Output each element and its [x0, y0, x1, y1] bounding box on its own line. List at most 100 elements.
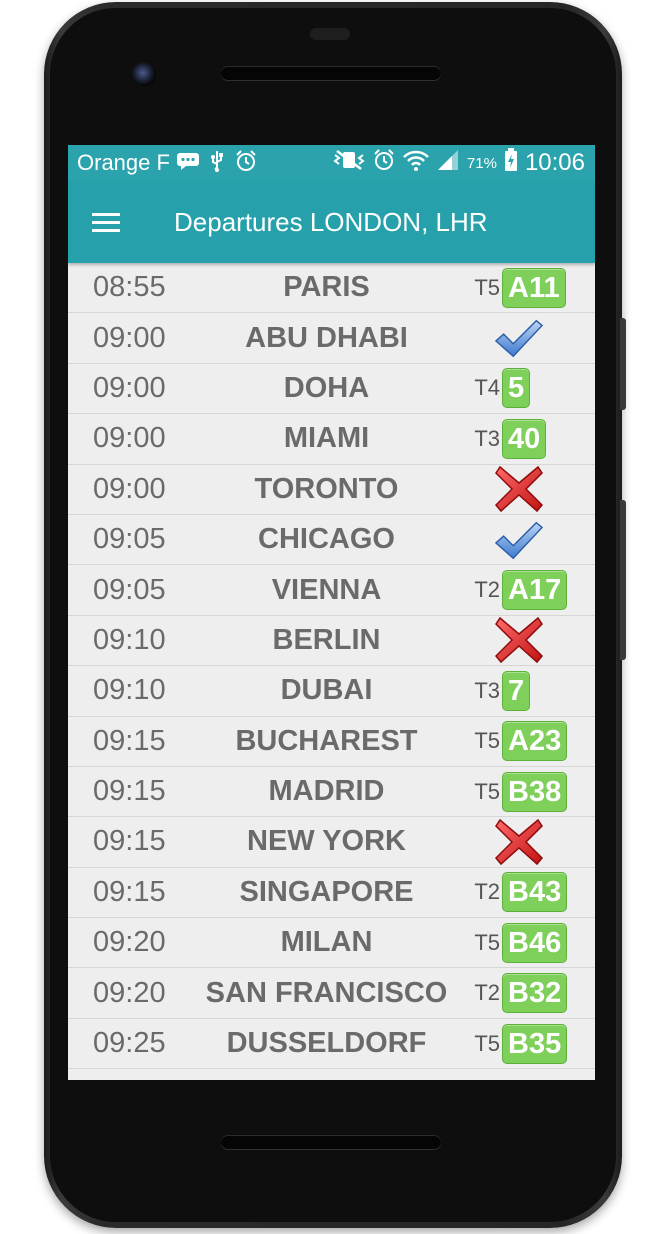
departure-row[interactable]: 09:00 ABU DHABI	[68, 313, 595, 364]
menu-line	[92, 228, 120, 232]
battery-percent: 71%	[466, 154, 497, 172]
destination-city: MADRID	[268, 775, 385, 808]
departure-status: T2 B43	[470, 868, 595, 917]
destination-city: SAN FRANCISCO	[205, 976, 448, 1009]
hamburger-menu-button[interactable]	[92, 202, 132, 242]
checkmark-icon	[494, 517, 544, 563]
departure-row[interactable]: 09:00 MIAMI T3 40	[68, 414, 595, 465]
terminal-label: T2	[474, 577, 500, 603]
departure-row[interactable]: 09:00 DOHA T4 5	[68, 363, 595, 415]
departure-row[interactable]: 09:25 DUSSELDORF T5 B35	[68, 1018, 595, 1070]
gate-badge: 5	[502, 368, 531, 409]
terminal-label: T3	[474, 677, 500, 703]
departure-status: T3 7	[470, 666, 595, 715]
destination-city: SINGAPORE	[239, 875, 414, 908]
departure-row[interactable]: 09:15 NEW YORK	[68, 817, 595, 868]
front-camera	[132, 62, 156, 86]
carrier-name: Orange F	[77, 150, 170, 175]
usb-icon	[208, 150, 226, 177]
terminal-label: T5	[474, 728, 500, 754]
destination-city: DOHA	[283, 371, 370, 404]
gate-badge: B46	[502, 922, 568, 963]
red-cross-icon	[494, 818, 544, 866]
terminal-label: T5	[474, 778, 500, 804]
departure-row[interactable]: 09:05 CHICAGO	[68, 514, 595, 566]
terminal-label: T5	[474, 929, 500, 955]
status-bar-right: 71% 10:06	[326, 148, 585, 178]
earpiece-notch	[310, 28, 350, 40]
destination-city: CHICAGO	[258, 523, 395, 556]
gate-badge: 40	[502, 418, 547, 459]
alarm-icon-right	[372, 148, 396, 178]
departure-row[interactable]: 09:00 TORONTO	[68, 464, 595, 515]
gate-badge: A11	[502, 267, 566, 308]
app-bar: Departures LONDON, LHR	[68, 181, 595, 263]
departure-status: T2 A17	[470, 565, 595, 614]
battery-charging-icon	[504, 148, 518, 178]
departure-status: T5 B35	[470, 1019, 595, 1068]
destination-city: BUCHAREST	[235, 724, 418, 757]
departure-row[interactable]: 09:05 VIENNA T2 A17	[68, 565, 595, 616]
departure-status	[470, 817, 595, 866]
departure-row[interactable]: 09:20 MILAN T5 B46	[68, 918, 595, 969]
destination-city: VIENNA	[271, 573, 382, 606]
departure-row[interactable]: 09:15 SINGAPORE T2 B43	[68, 867, 595, 919]
departure-status	[470, 313, 595, 362]
wifi-icon	[403, 149, 429, 177]
app-title: Departures LONDON, LHR	[174, 206, 488, 237]
top-speaker-grille	[221, 66, 441, 80]
gate-badge: B32	[502, 973, 568, 1014]
red-cross-icon	[494, 466, 544, 513]
departure-status: T5 A23	[470, 717, 595, 766]
departure-row[interactable]: 09:15 MADRID T5 B38	[68, 766, 595, 818]
gate-badge: B35	[502, 1023, 568, 1064]
departure-row[interactable]: 09:15 BUCHAREST T5 A23	[68, 716, 595, 767]
destination-city: TORONTO	[254, 472, 399, 505]
volume-button	[620, 500, 626, 660]
gate-badge: A17	[502, 570, 568, 611]
destination-city: MILAN	[280, 926, 373, 959]
departure-status: T5 B46	[470, 918, 595, 967]
gate-badge: B38	[502, 771, 568, 812]
departures-list: 08:55 PARIS T5 A11 09:00 ABU DHABI 09:00 …	[68, 263, 595, 1070]
destination-city: DUSSELDORF	[226, 1027, 427, 1060]
bottom-speaker-grille	[221, 1135, 441, 1149]
gate-badge: B43	[502, 872, 568, 913]
departure-row[interactable]: 08:55 PARIS T5 A11	[68, 263, 595, 314]
destination-city: NEW YORK	[247, 825, 406, 858]
status-clock: 10:06	[524, 149, 585, 176]
power-button	[620, 318, 626, 410]
departure-status: T4 5	[470, 364, 595, 413]
terminal-label: T5	[474, 1030, 500, 1056]
destination-city: BERLIN	[272, 623, 381, 656]
destination-city: ABU DHABI	[245, 321, 408, 354]
departure-status: T2 B32	[470, 968, 595, 1017]
departure-status	[470, 616, 595, 665]
departure-row[interactable]: 09:10 BERLIN	[68, 615, 595, 667]
departure-status: T5 B38	[470, 767, 595, 816]
gate-badge: 7	[502, 670, 531, 711]
checkmark-icon	[494, 315, 544, 361]
phone-screen: Orange F 71% 10:06 Departures LONDON, LH…	[68, 145, 595, 1080]
red-cross-icon	[494, 617, 544, 664]
terminal-label: T2	[474, 879, 500, 905]
destination-city: DUBAI	[280, 674, 373, 707]
departure-status	[470, 465, 595, 514]
departure-status: T3 40	[470, 414, 595, 463]
menu-line	[92, 220, 120, 224]
status-bar: Orange F 71% 10:06	[68, 145, 595, 181]
terminal-label: T4	[474, 375, 500, 401]
terminal-label: T3	[474, 425, 500, 451]
terminal-label: T2	[474, 980, 500, 1006]
destination-city: PARIS	[283, 271, 370, 304]
departure-row[interactable]: 09:20 SAN FRANCISCO T2 B32	[68, 968, 595, 1019]
signal-strength-icon	[436, 149, 460, 177]
vibrate-mute-icon	[333, 149, 365, 177]
message-notification-icon	[176, 152, 200, 175]
destination-city: MIAMI	[283, 422, 370, 455]
terminal-label: T5	[474, 274, 500, 300]
departure-row[interactable]: 09:10 DUBAI T3 7	[68, 666, 595, 717]
alarm-icon	[234, 149, 258, 178]
departure-status: T5 A11	[470, 263, 595, 312]
gate-badge: A23	[502, 721, 568, 762]
